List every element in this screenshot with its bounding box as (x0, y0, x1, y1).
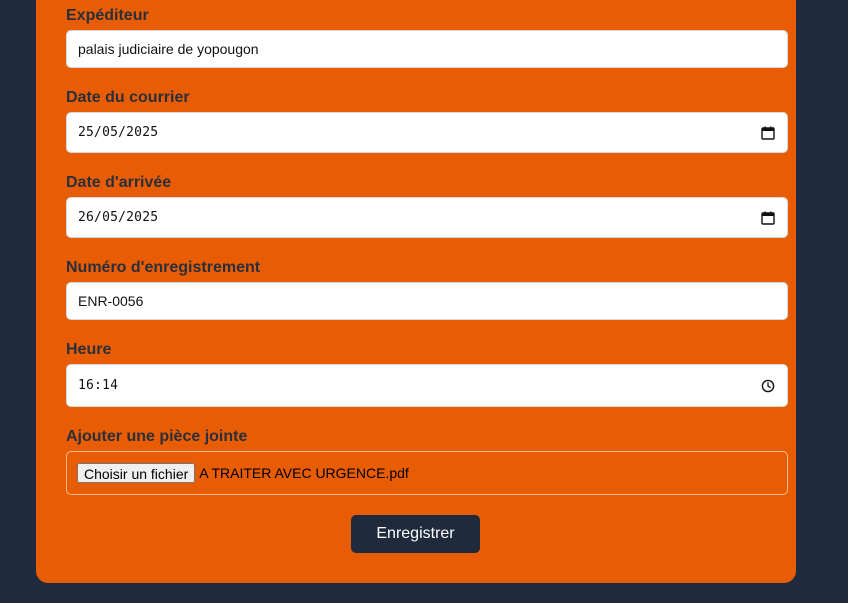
piece-jointe-label: Ajouter une pièce jointe (66, 428, 248, 445)
file-input[interactable]: Choisir un fichier A TRAITER AVEC URGENC… (66, 451, 788, 495)
numero-enregistrement-value: ENR-0056 (78, 293, 144, 309)
clock-icon[interactable] (760, 378, 776, 394)
calendar-icon[interactable] (760, 210, 776, 226)
save-button[interactable]: Enregistrer (351, 515, 480, 553)
expediteur-label: Expéditeur (66, 7, 149, 24)
field-date-courrier: Date du courrier 25/05/2025 (66, 88, 788, 153)
field-date-arrivee: Date d'arrivée 26/05/2025 (66, 173, 788, 238)
heure-label: Heure (66, 341, 112, 358)
field-piece-jointe: Ajouter une pièce jointe Choisir un fich… (66, 427, 788, 495)
numero-enregistrement-input[interactable]: ENR-0056 (66, 282, 788, 320)
field-expediteur: Expéditeur palais judiciaire de yopougon (66, 6, 788, 68)
date-arrivee-input[interactable]: 26/05/2025 (66, 197, 788, 238)
heure-value: 16:14 (78, 378, 119, 393)
choose-file-button[interactable]: Choisir un fichier (77, 463, 196, 483)
date-arrivee-value: 26/05/2025 (78, 210, 159, 225)
expediteur-input[interactable]: palais judiciaire de yopougon (66, 30, 788, 68)
field-heure: Heure 16:14 (66, 340, 788, 407)
form-card: Expéditeur palais judiciaire de yopougon… (36, 0, 796, 583)
expediteur-value: palais judiciaire de yopougon (78, 41, 259, 57)
field-numero-enregistrement: Numéro d'enregistrement ENR-0056 (66, 258, 788, 320)
date-courrier-input[interactable]: 25/05/2025 (66, 112, 788, 153)
calendar-icon[interactable] (760, 125, 776, 141)
date-courrier-value: 25/05/2025 (78, 125, 159, 140)
selected-file-name: A TRAITER AVEC URGENCE.pdf (199, 465, 409, 481)
heure-input[interactable]: 16:14 (66, 364, 788, 407)
date-courrier-label: Date du courrier (66, 89, 190, 106)
date-arrivee-label: Date d'arrivée (66, 174, 172, 191)
numero-enregistrement-label: Numéro d'enregistrement (66, 259, 261, 276)
